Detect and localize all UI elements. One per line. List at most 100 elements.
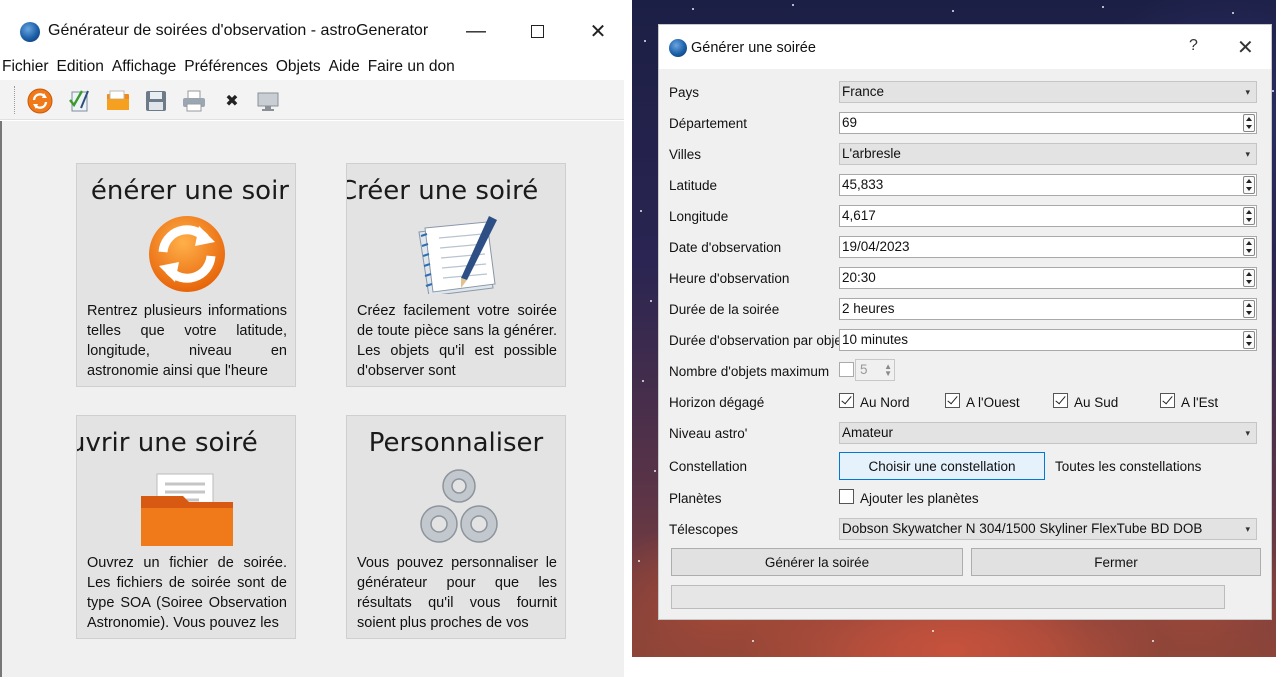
card-description: Vous pouvez personnaliser le générateur … bbox=[357, 555, 557, 631]
gears-icon bbox=[420, 469, 498, 543]
label-longitude: Longitude bbox=[669, 209, 729, 224]
latitude-value: 45,833 bbox=[842, 177, 884, 192]
card-open-evening[interactable]: uvrir une soiré Ouvrez un fichier de soi… bbox=[76, 415, 296, 639]
save-button[interactable] bbox=[142, 87, 170, 115]
label-villes: Villes bbox=[669, 147, 702, 162]
spin-arrows-icon[interactable] bbox=[1243, 238, 1255, 256]
menu-edition[interactable]: Edition bbox=[53, 54, 108, 80]
spin-arrows-icon[interactable] bbox=[1243, 114, 1255, 132]
minimize-button[interactable]: — bbox=[454, 14, 498, 48]
horizon-nord-label: Au Nord bbox=[860, 395, 910, 410]
longitude-value: 4,617 bbox=[842, 208, 876, 223]
card-title: Créer une soiré bbox=[346, 176, 539, 206]
card-description: Ouvrez un fichier de soirée. Les fichier… bbox=[87, 555, 287, 631]
refresh-button[interactable] bbox=[26, 87, 54, 115]
date-value: 19/04/2023 bbox=[842, 239, 910, 254]
menu-bar: Fichier Edition Affichage Préférences Ob… bbox=[0, 54, 459, 80]
label-departement: Département bbox=[669, 116, 748, 131]
latitude-spinbox[interactable]: 45,833 bbox=[839, 174, 1257, 196]
planetes-checkbox-label: Ajouter les planètes bbox=[860, 491, 979, 506]
departement-spinbox[interactable]: 69 bbox=[839, 112, 1257, 134]
constellation-value: Toutes les constellations bbox=[1055, 459, 1202, 474]
telescopes-select[interactable]: Dobson Skywatcher N 304/1500 Skyliner Fl… bbox=[839, 518, 1257, 540]
chevron-down-icon: ▾ bbox=[1245, 428, 1250, 438]
close-dialog-button[interactable]: Fermer bbox=[971, 548, 1261, 576]
toolbar-grip[interactable] bbox=[14, 86, 16, 114]
spin-arrows-icon[interactable] bbox=[1243, 176, 1255, 194]
generate-evening-button[interactable]: Générer la soirée bbox=[671, 548, 963, 576]
spin-arrows-icon[interactable] bbox=[1243, 207, 1255, 225]
niveau-value: Amateur bbox=[842, 425, 894, 440]
open-folder-icon bbox=[107, 90, 129, 110]
horizon-sud-label: Au Sud bbox=[1074, 395, 1119, 410]
label-heure: Heure d'observation bbox=[669, 271, 790, 286]
print-button[interactable] bbox=[180, 87, 208, 115]
refresh-icon bbox=[27, 88, 53, 114]
horizon-ouest-label: A l'Ouest bbox=[966, 395, 1020, 410]
window-title: Générateur de soirées d'observation - as… bbox=[48, 22, 429, 39]
checklist-button[interactable] bbox=[66, 87, 94, 115]
dialog-title: Générer une soirée bbox=[691, 40, 816, 56]
spin-arrows-icon[interactable] bbox=[1243, 331, 1255, 349]
print-icon bbox=[183, 90, 205, 112]
spin-arrows-icon[interactable] bbox=[1243, 269, 1255, 287]
duree-value: 2 heures bbox=[842, 301, 895, 316]
app-logo-icon bbox=[20, 22, 40, 42]
spin-arrows-icon[interactable] bbox=[1243, 300, 1255, 318]
delete-button[interactable]: ✖ bbox=[218, 87, 246, 115]
open-button[interactable] bbox=[104, 87, 132, 115]
heure-value: 20:30 bbox=[842, 270, 876, 285]
horizon-nord-checkbox[interactable] bbox=[839, 393, 854, 408]
display-button[interactable] bbox=[254, 87, 282, 115]
date-edit[interactable]: 19/04/2023 bbox=[839, 236, 1257, 258]
card-create-evening[interactable]: Créer une soiré Créez facilement votre s… bbox=[346, 163, 566, 387]
title-bar: Générateur de soirées d'observation - as… bbox=[0, 0, 624, 48]
help-button[interactable]: ? bbox=[1189, 37, 1198, 55]
delete-icon: ✖ bbox=[225, 93, 239, 110]
villes-select[interactable]: L'arbresle ▾ bbox=[839, 143, 1257, 165]
nb-objets-spinbox[interactable]: 5 ▲ ▼ bbox=[855, 359, 895, 381]
horizon-est-checkbox[interactable] bbox=[1160, 393, 1175, 408]
open-folder-icon bbox=[141, 473, 233, 546]
label-date: Date d'observation bbox=[669, 240, 782, 255]
duree-objet-value: 10 minutes bbox=[842, 332, 909, 347]
maximize-icon bbox=[530, 24, 544, 38]
duree-spinbox[interactable]: 2 heures bbox=[839, 298, 1257, 320]
card-generate-evening[interactable]: énérer une soir Rentrez plusieurs inform… bbox=[76, 163, 296, 387]
menu-affichage[interactable]: Affichage bbox=[108, 54, 180, 80]
refresh-icon bbox=[149, 216, 225, 292]
card-title: énérer une soir bbox=[90, 176, 289, 206]
label-latitude: Latitude bbox=[669, 178, 718, 193]
progress-bar bbox=[671, 585, 1225, 609]
horizon-est-label: A l'Est bbox=[1181, 395, 1219, 410]
chevron-down-icon: ▾ bbox=[1245, 149, 1250, 159]
menu-objets[interactable]: Objets bbox=[272, 54, 325, 80]
niveau-select[interactable]: Amateur ▾ bbox=[839, 422, 1257, 444]
nb-objets-value: 5 bbox=[860, 362, 868, 377]
telescopes-value: Dobson Skywatcher N 304/1500 Skyliner Fl… bbox=[842, 521, 1203, 536]
longitude-spinbox[interactable]: 4,617 bbox=[839, 205, 1257, 227]
menu-faire-un-don[interactable]: Faire un don bbox=[364, 54, 459, 80]
label-telescopes: Télescopes bbox=[669, 522, 739, 537]
card-customize[interactable]: Personnaliser Vous pouvez personnaliser … bbox=[346, 415, 566, 639]
nb-objets-checkbox[interactable] bbox=[839, 362, 854, 377]
pays-select[interactable]: France ▾ bbox=[839, 81, 1257, 103]
menu-preferences[interactable]: Préférences bbox=[180, 54, 272, 80]
menu-aide[interactable]: Aide bbox=[325, 54, 364, 80]
menu-fichier[interactable]: Fichier bbox=[0, 54, 53, 80]
save-icon bbox=[146, 91, 166, 111]
maximize-button[interactable] bbox=[515, 14, 559, 48]
planetes-checkbox[interactable] bbox=[839, 489, 854, 504]
main-window: Générateur de soirées d'observation - as… bbox=[0, 0, 624, 677]
choose-constellation-button[interactable]: Choisir une constellation bbox=[839, 452, 1045, 480]
close-button[interactable]: ✕ bbox=[576, 14, 620, 48]
close-icon: ✕ bbox=[589, 20, 607, 43]
horizon-ouest-checkbox[interactable] bbox=[945, 393, 960, 408]
app-logo-icon bbox=[669, 39, 687, 57]
duree-objet-spinbox[interactable]: 10 minutes bbox=[839, 329, 1257, 351]
dialog-close-button[interactable]: ✕ bbox=[1237, 35, 1254, 60]
chevron-down-icon: ▾ bbox=[1245, 87, 1250, 97]
card-description: Rentrez plusieurs informations telles qu… bbox=[87, 303, 287, 379]
time-edit[interactable]: 20:30 bbox=[839, 267, 1257, 289]
horizon-sud-checkbox[interactable] bbox=[1053, 393, 1068, 408]
